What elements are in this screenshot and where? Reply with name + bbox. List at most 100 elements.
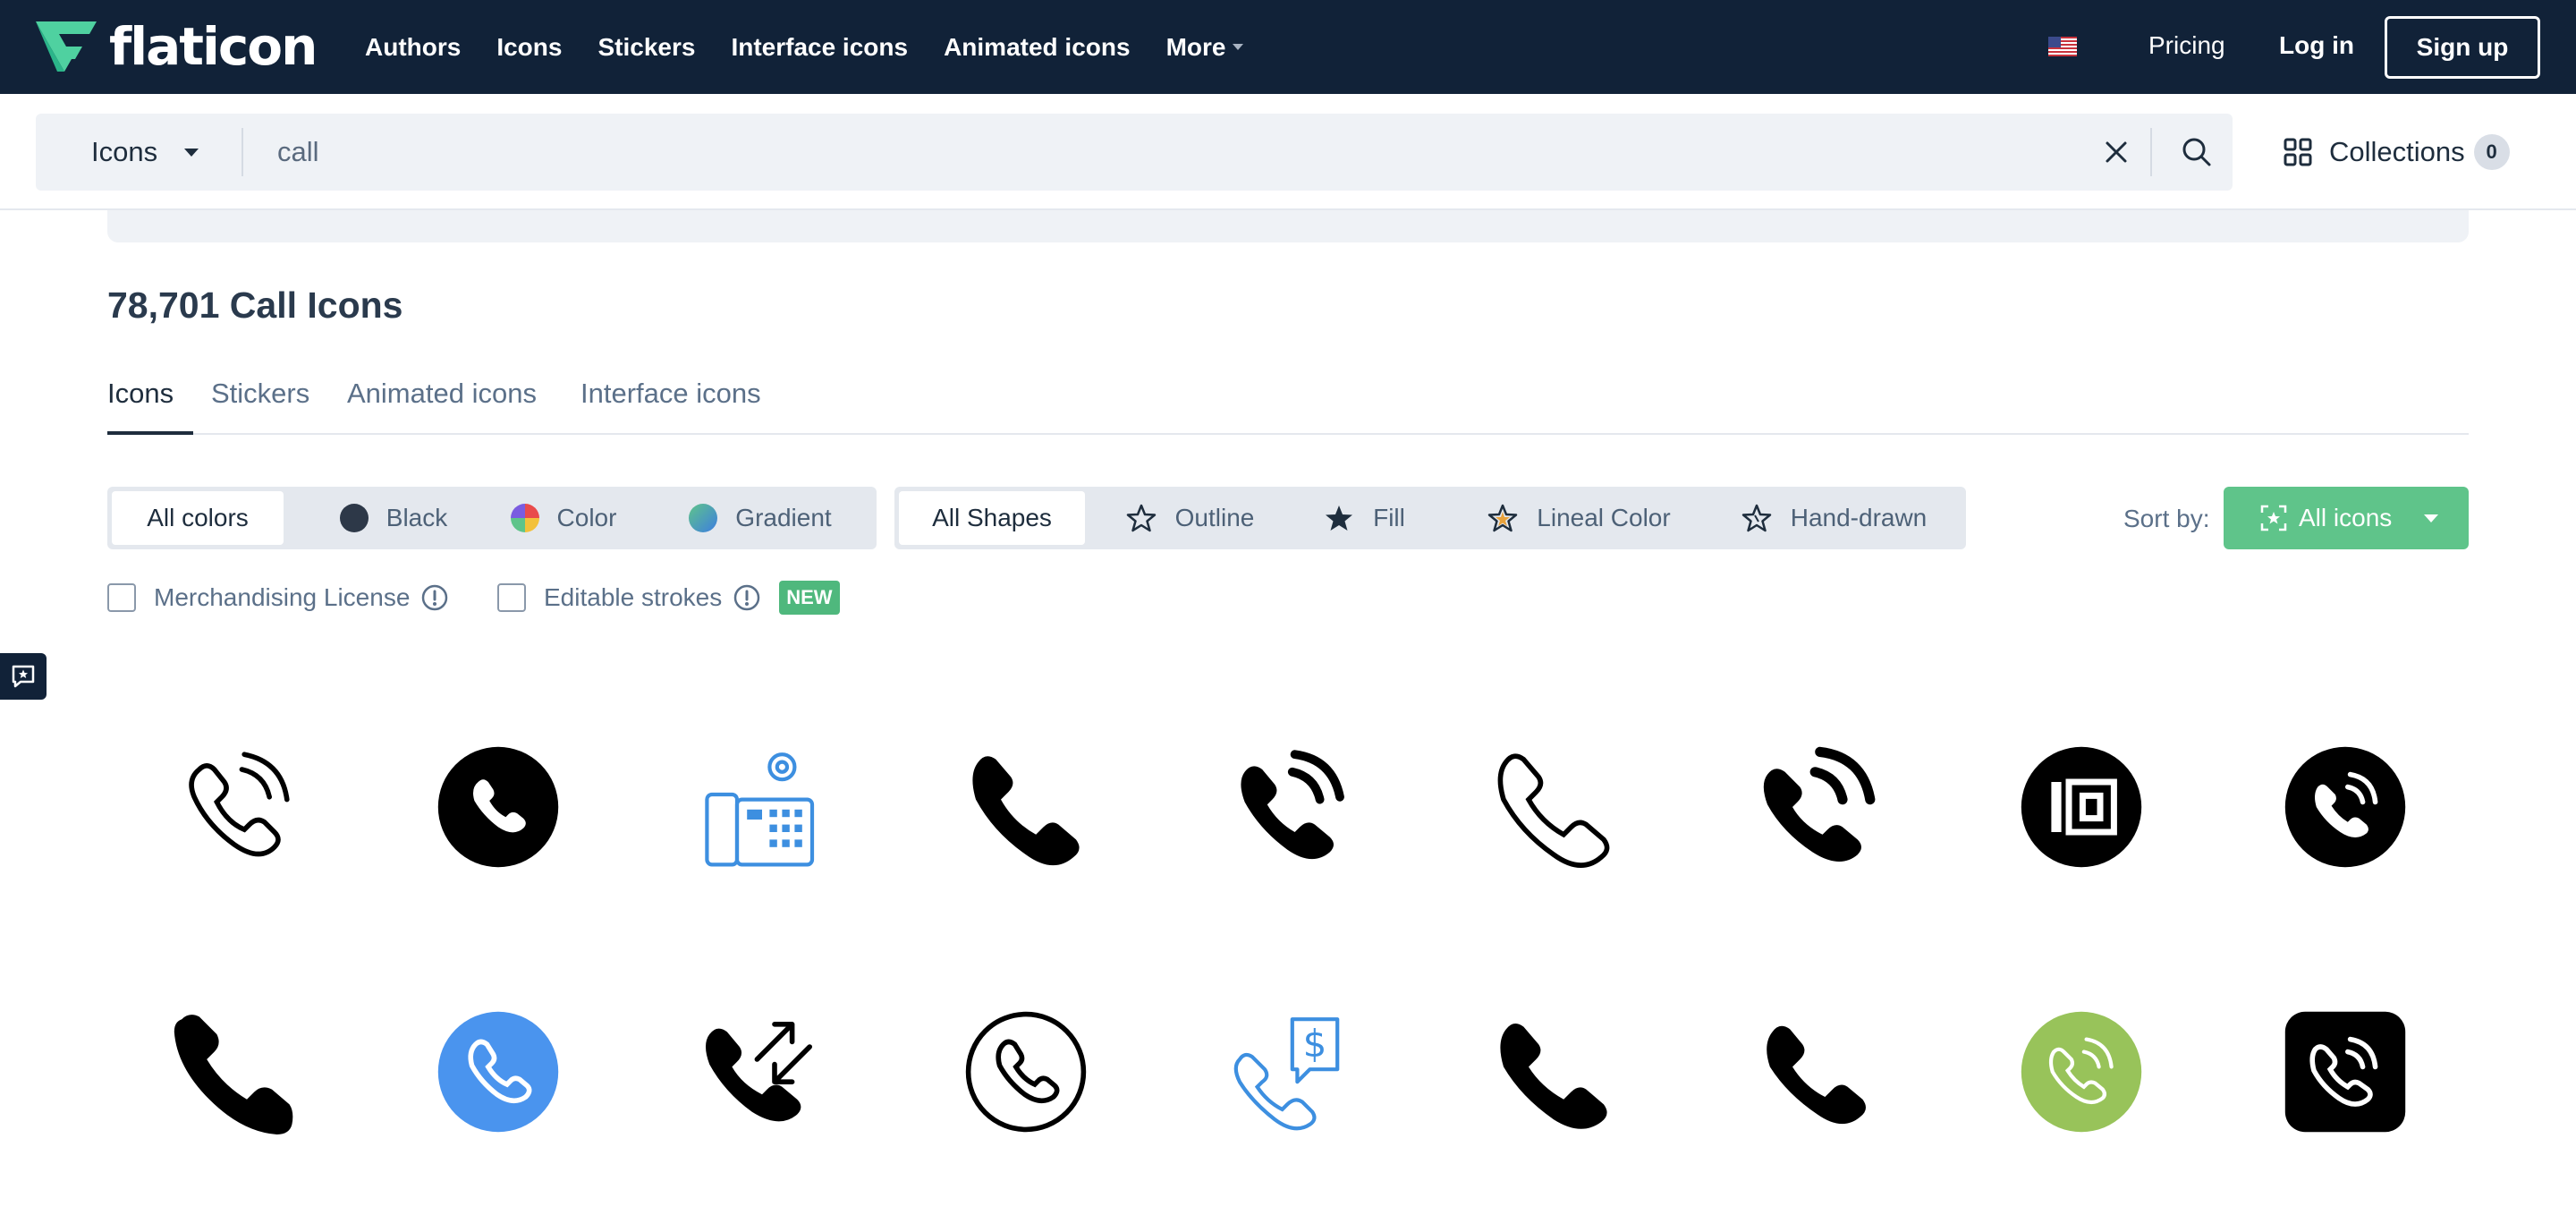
star-lineal-color-icon [1488, 504, 1518, 532]
nav-link-stickers[interactable]: Stickers [597, 33, 695, 62]
nav-link-more[interactable]: More [1166, 33, 1244, 62]
filter-label: Black [386, 504, 448, 531]
phone-ringing-fill-icon [1241, 750, 1344, 860]
phone-outline-icon [1497, 753, 1610, 868]
filter-label: All colors [147, 504, 249, 531]
tab-animated-icons[interactable]: Animated icons [347, 378, 537, 410]
icon-result[interactable] [1755, 744, 1880, 870]
nav-link-more-label: More [1165, 32, 1226, 61]
search-icon[interactable] [2177, 132, 2216, 172]
icon-result[interactable] [1491, 744, 1616, 870]
search-input[interactable] [277, 114, 2102, 191]
filter-label: Lineal Color [1537, 504, 1671, 531]
filter-label: Color [556, 504, 617, 531]
phone-bold-icon [174, 1015, 293, 1134]
banner-strip [107, 210, 2469, 242]
filter-black[interactable]: Black [322, 491, 465, 545]
tab-icons[interactable]: Icons [107, 378, 174, 410]
star-outline-icon [1126, 504, 1156, 532]
chevron-down-icon [1233, 44, 1244, 50]
icon-result[interactable] [172, 1009, 297, 1134]
top-navigation: flaticon Authors Icons Stickers Interfac… [0, 0, 2576, 94]
phone-fill-icon [972, 756, 1080, 866]
svg-text:$: $ [1303, 1022, 1327, 1066]
signup-button[interactable]: Sign up [2385, 16, 2540, 79]
active-tab-indicator [107, 431, 193, 435]
nav-link-authors[interactable]: Authors [365, 33, 461, 62]
office-phone-settings-icon [705, 752, 815, 867]
filter-gradient[interactable]: Gradient [671, 491, 850, 545]
icon-result[interactable] [1755, 1009, 1880, 1134]
icon-result[interactable] [2283, 744, 2408, 870]
icon-result[interactable] [963, 1009, 1089, 1134]
filter-color[interactable]: Color [492, 491, 635, 545]
icon-result[interactable] [2019, 1009, 2144, 1134]
icon-result[interactable] [1491, 1009, 1616, 1134]
grid-icon [2284, 138, 2312, 166]
editable-strokes-label: Editable strokes [544, 583, 723, 611]
login-link[interactable]: Log in [2279, 31, 2354, 60]
resource-type-select[interactable]: Icons [91, 114, 199, 191]
phone-fill-2-icon [1500, 1024, 1607, 1129]
phone-dollar-icon: $ [1233, 1017, 1340, 1131]
page-title: 78,701 Call Icons [107, 285, 403, 326]
resource-tabs: Icons Stickers Animated icons Interface … [107, 369, 2469, 435]
tab-interface-icons[interactable]: Interface icons [580, 378, 761, 410]
tab-stickers[interactable]: Stickers [211, 378, 309, 410]
nav-link-animated-icons[interactable]: Animated icons [944, 33, 1130, 62]
feedback-star-icon [12, 665, 35, 688]
phone-ringing-square-icon [2284, 1011, 2406, 1133]
nav-link-interface-icons[interactable]: Interface icons [731, 33, 908, 62]
collections-label: Collections [2329, 136, 2465, 167]
filter-all-colors[interactable]: All colors [112, 491, 284, 545]
phone-fill-3-icon [1767, 1025, 1866, 1125]
star-hand-drawn-icon [1741, 504, 1771, 532]
chevron-down-icon [184, 148, 199, 157]
color-wheel-icon [510, 504, 539, 532]
close-icon[interactable] [2098, 134, 2134, 170]
filter-hand-drawn[interactable]: Hand-drawn [1726, 491, 1941, 545]
merch-license-checkbox[interactable] [107, 583, 136, 612]
merchandising-license-filter[interactable]: Merchandising License [107, 580, 449, 616]
sort-value: All icons [2299, 504, 2393, 531]
phone-ringing-circle-green-icon [2021, 1011, 2142, 1133]
icon-result[interactable] [699, 744, 825, 870]
icon-result[interactable] [2019, 744, 2144, 870]
phone-transfer-icon [706, 1022, 812, 1122]
info-icon[interactable] [733, 583, 761, 612]
icon-result[interactable] [1227, 744, 1352, 870]
filter-lineal-color[interactable]: Lineal Color [1471, 491, 1686, 545]
black-swatch-icon [339, 504, 369, 532]
us-flag-icon[interactable] [2048, 37, 2077, 56]
new-badge: NEW [779, 581, 840, 615]
icon-result[interactable] [2283, 1009, 2408, 1134]
merch-license-label: Merchandising License [154, 583, 411, 611]
nav-link-icons[interactable]: Icons [496, 33, 562, 62]
flaticon-logo-icon [36, 21, 97, 72]
phone-ringing-circle-icon [2284, 746, 2406, 868]
intercom-circle-icon [2021, 746, 2142, 868]
collections-button[interactable]: Collections 0 [2283, 132, 2510, 173]
search-box: Icons [36, 114, 2233, 191]
editable-strokes-checkbox[interactable] [497, 583, 526, 612]
sort-dropdown[interactable]: All icons [2224, 487, 2469, 549]
flaticon-logo[interactable]: flaticon [34, 16, 318, 77]
icon-result[interactable] [963, 744, 1089, 870]
icon-result[interactable] [436, 1009, 561, 1134]
chevron-down-icon [2424, 514, 2439, 523]
phone-circle-blue-icon [437, 1011, 559, 1133]
icon-result[interactable] [436, 744, 561, 870]
phone-ringing-outline-icon [189, 752, 290, 857]
selection-frame-icon [2260, 505, 2287, 531]
icon-result[interactable] [172, 744, 297, 870]
filter-all-shapes[interactable]: All Shapes [899, 491, 1085, 545]
filter-fill[interactable]: Fill [1306, 491, 1422, 545]
info-icon[interactable] [420, 583, 449, 612]
editable-strokes-filter[interactable]: Editable strokes NEW [497, 580, 840, 616]
icon-result[interactable] [699, 1009, 825, 1134]
icon-result[interactable]: $ [1227, 1009, 1352, 1134]
color-filter: All colors Black Color Gradient [107, 487, 877, 549]
pricing-link[interactable]: Pricing [2148, 31, 2225, 60]
feedback-button[interactable] [0, 653, 47, 700]
filter-outline[interactable]: Outline [1109, 491, 1270, 545]
